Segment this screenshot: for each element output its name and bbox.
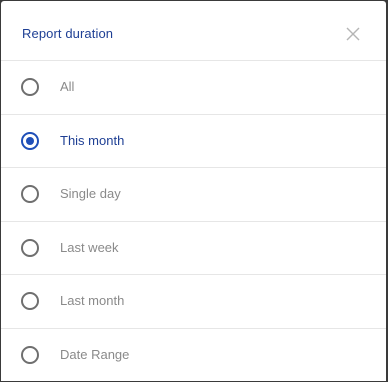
radio-button[interactable] [21,78,39,97]
report-duration-dialog: Report duration All This month Single da… [1,1,386,381]
option-label: All [60,79,75,95]
option-label: Last week [60,239,119,255]
option-label: Single day [60,186,121,202]
option-label: Date Range [60,347,130,363]
option-all[interactable]: All [1,61,386,115]
option-last-month[interactable]: Last month [1,275,386,329]
option-single-day[interactable]: Single day [1,168,386,222]
option-date-range[interactable]: Date Range [1,329,386,382]
radio-button[interactable] [21,131,39,150]
radio-button[interactable] [21,185,39,204]
close-icon[interactable] [346,27,360,41]
dialog-title: Report duration [22,26,114,41]
duration-options: All This month Single day Last week Last… [1,61,386,381]
option-label: Last month [60,293,125,309]
radio-button[interactable] [21,292,39,311]
radio-button[interactable] [21,346,39,365]
radio-button[interactable] [21,238,39,257]
option-this-month[interactable]: This month [1,115,386,168]
dialog-header: Report duration [1,1,386,61]
option-last-week[interactable]: Last week [1,222,386,275]
option-label: This month [60,132,125,148]
